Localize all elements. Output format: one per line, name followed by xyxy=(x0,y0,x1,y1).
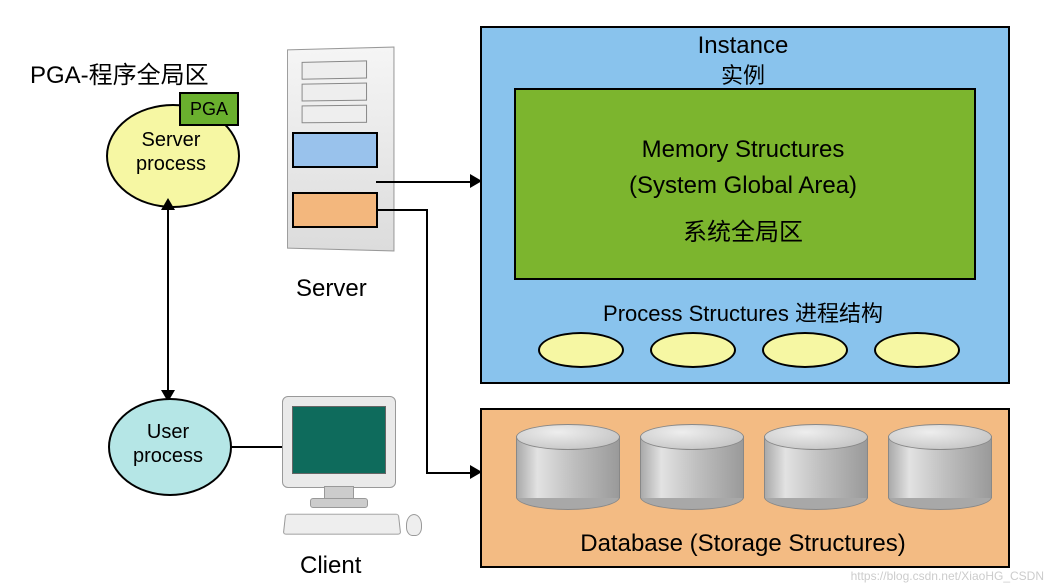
storage-cylinder-icon xyxy=(888,424,990,510)
memory-line3: 系统全局区 xyxy=(514,212,972,247)
connector-server-database-h2 xyxy=(426,472,474,474)
connector-server-instance xyxy=(376,181,474,183)
process-ellipse xyxy=(538,332,624,368)
client-icon xyxy=(278,396,428,546)
memory-line1: Memory Structures xyxy=(514,136,972,164)
server-process-label-line1: Server xyxy=(142,129,201,151)
database-label: Database (Storage Structures) xyxy=(480,530,1006,558)
storage-cylinder-icon xyxy=(640,424,742,510)
server-caption: Server xyxy=(296,275,367,303)
user-process-label-line1: User xyxy=(147,421,189,443)
client-caption: Client xyxy=(300,552,361,580)
pga-title: PGA-程序全局区 xyxy=(30,55,209,90)
connector-server-user xyxy=(167,206,169,394)
process-ellipse xyxy=(762,332,848,368)
user-process-label-line2: process xyxy=(133,445,203,467)
server-process-label: Server process xyxy=(118,128,224,176)
instance-title-en: Instance xyxy=(480,32,1006,60)
process-ellipse xyxy=(874,332,960,368)
server-process-label-line2: process xyxy=(136,153,206,175)
process-ellipse xyxy=(650,332,736,368)
storage-cylinder-icon xyxy=(764,424,866,510)
user-process-label: User process xyxy=(118,420,218,468)
pga-box: PGA xyxy=(179,92,239,126)
connector-client-userprocess xyxy=(230,446,282,448)
server-slot-blue xyxy=(292,132,378,168)
server-slot-orange xyxy=(292,192,378,228)
watermark: https://blog.csdn.net/XiaoHG_CSDN xyxy=(851,569,1044,583)
process-structures-label: Process Structures 进程结构 xyxy=(514,296,972,328)
arrow-up-icon xyxy=(161,198,175,210)
memory-line2: (System Global Area) xyxy=(514,172,972,200)
connector-server-database-h1 xyxy=(376,209,428,211)
storage-cylinder-icon xyxy=(516,424,618,510)
instance-title-zh: 实例 xyxy=(480,58,1006,90)
